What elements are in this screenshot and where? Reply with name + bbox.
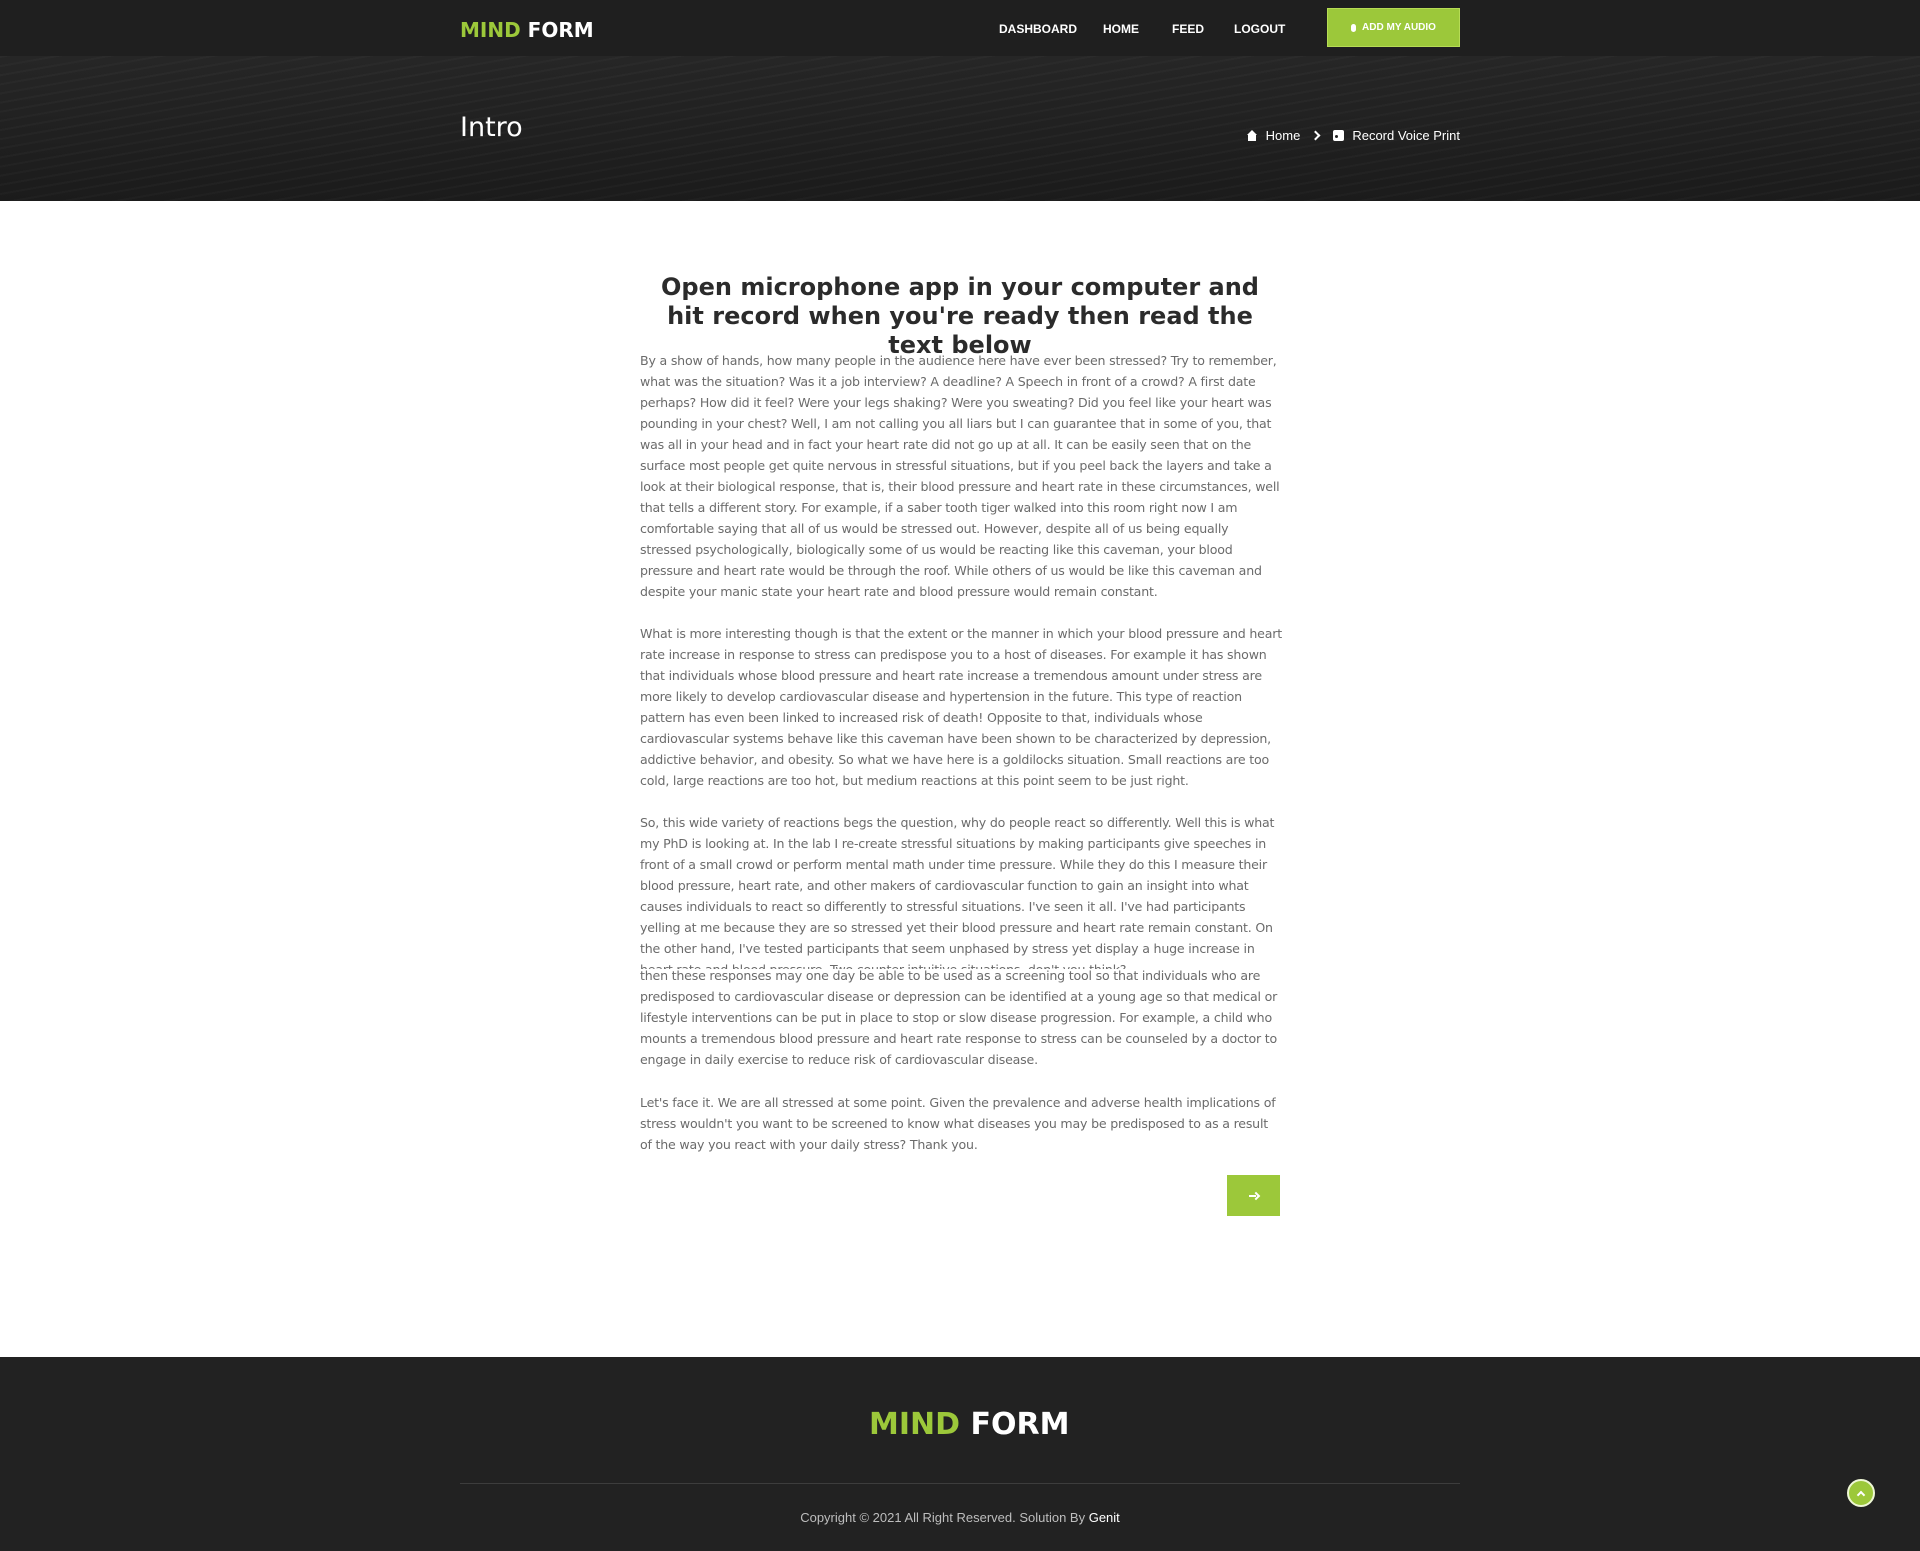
breadcrumb-home-link[interactable]: Home [1266, 128, 1301, 143]
logo-part-form: FORM [527, 18, 594, 42]
add-my-audio-button[interactable]: ADD MY AUDIO [1327, 8, 1460, 47]
nav-logout[interactable]: LOGOUT [1234, 22, 1285, 36]
home-icon [1246, 130, 1258, 141]
site-logo[interactable]: MIND FORM [460, 18, 594, 42]
breadcrumb: Home Record Voice Print [1246, 128, 1460, 143]
author-link[interactable]: Genit [1089, 1510, 1120, 1525]
reading-paragraph-4: then these responses may one day be able… [640, 968, 1278, 1067]
reading-paragraph-5: Let's face it. We are all stressed at so… [640, 1095, 1276, 1152]
footer-logo[interactable]: MIND FORM [869, 1407, 1069, 1442]
chevron-right-icon [1310, 130, 1321, 141]
instruction-heading: Open microphone app in your computer and… [661, 273, 1259, 359]
nav-dashboard[interactable]: DASHBOARD [999, 22, 1077, 36]
nav-home[interactable]: HOME [1103, 22, 1139, 36]
nav-feed[interactable]: FEED [1172, 22, 1204, 36]
next-button[interactable] [1227, 1175, 1280, 1216]
add-my-audio-label: ADD MY AUDIO [1362, 22, 1436, 33]
copyright-text: Copyright © 2021 All Right Reserved. Sol… [0, 1510, 1920, 1525]
logo-part-form: FORM [970, 1407, 1070, 1442]
logo-part-mind: MIND [460, 18, 521, 42]
microphone-icon [1351, 23, 1357, 32]
footer: MIND FORM Copyright © 2021 All Right Res… [0, 1357, 1920, 1551]
page-hero: Intro Home Record Voice Print [0, 56, 1920, 201]
logo-part-mind: MIND [869, 1407, 961, 1442]
back-to-top-button[interactable] [1847, 1479, 1875, 1507]
page-title: Intro [460, 112, 523, 143]
arrow-right-icon [1248, 1192, 1259, 1200]
rss-icon [1333, 130, 1345, 141]
chevron-up-icon [1856, 1490, 1866, 1499]
reading-paragraph-1: By a show of hands, how many people in t… [640, 353, 1280, 599]
breadcrumb-current: Record Voice Print [1352, 128, 1460, 143]
reading-paragraph-2: What is more interesting though is that … [640, 626, 1282, 788]
copyright-label: Copyright © 2021 All Right Reserved. Sol… [800, 1510, 1089, 1525]
top-navbar: MIND FORM DASHBOARD HOME FEED LOGOUT ADD… [0, 0, 1920, 56]
footer-divider [460, 1483, 1460, 1484]
reading-paragraph-3: So, this wide variety of reactions begs … [640, 815, 1275, 969]
